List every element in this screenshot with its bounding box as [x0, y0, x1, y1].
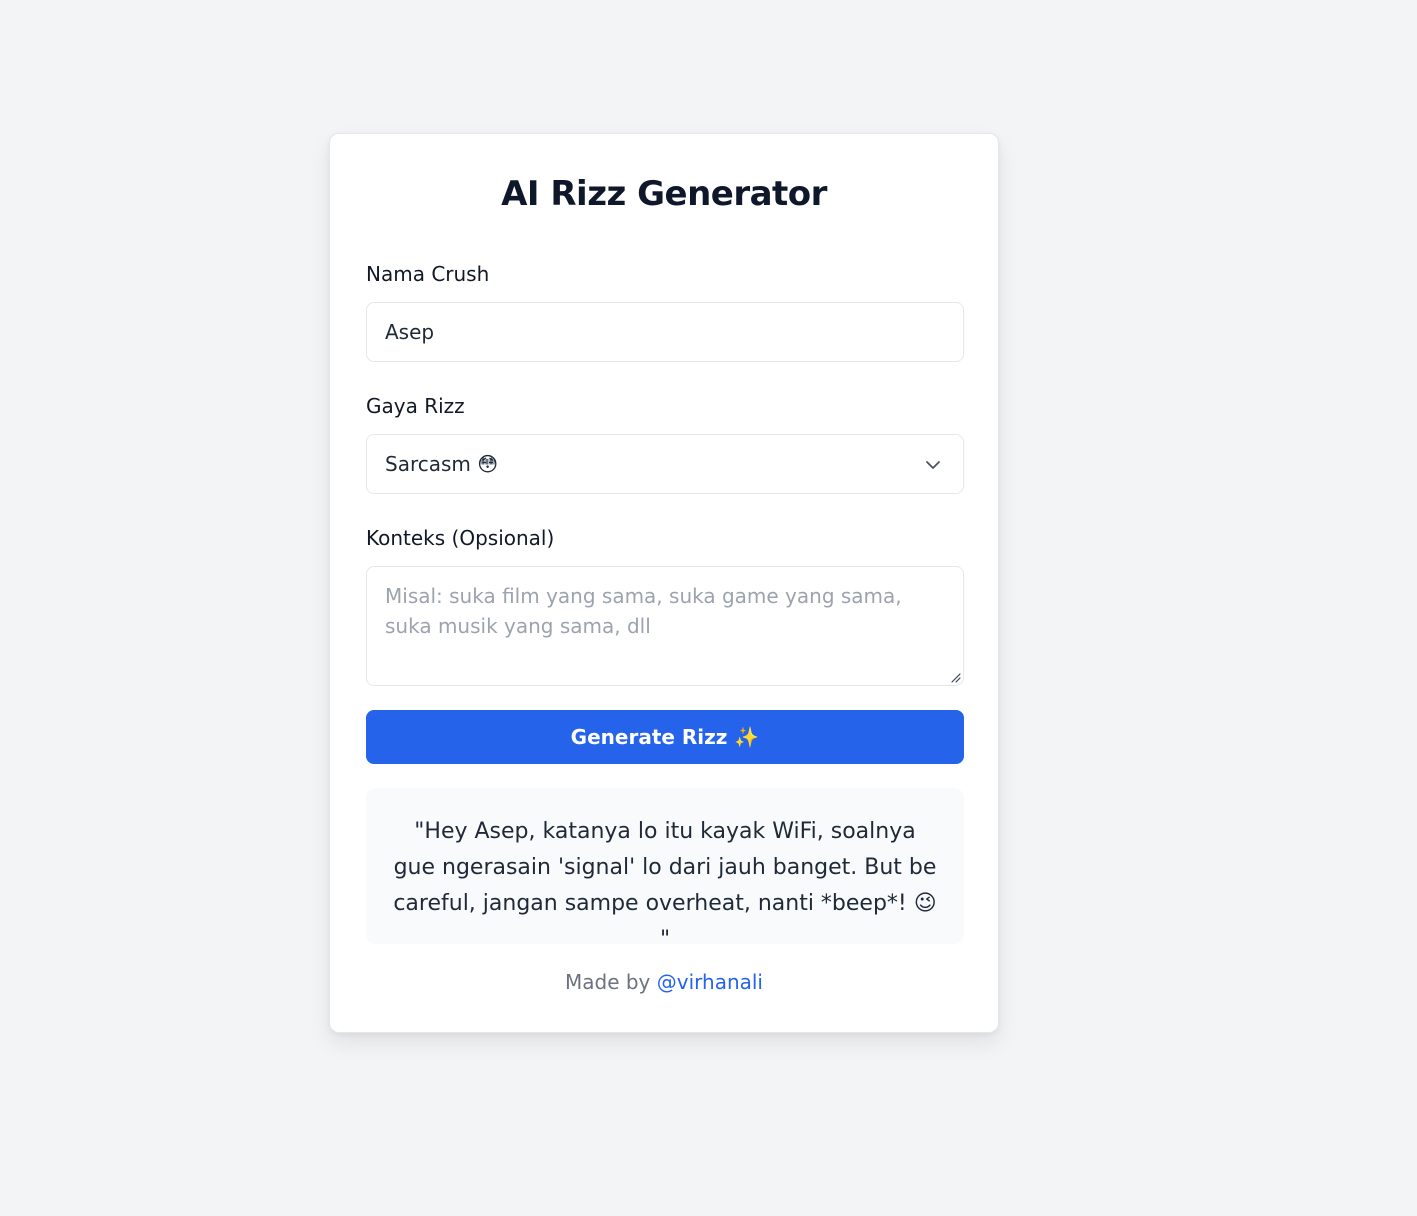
name-label: Nama Crush: [366, 262, 490, 286]
resize-handle-icon[interactable]: [949, 671, 961, 683]
context-placeholder: Misal: suka film yang sama, suka game ya…: [385, 584, 902, 638]
crush-name-input[interactable]: Asep: [366, 302, 964, 362]
rizz-result: "Hey Asep, katanya lo itu kayak WiFi, so…: [366, 788, 964, 952]
rizz-result-text: "Hey Asep, katanya lo itu kayak WiFi, so…: [393, 819, 937, 952]
rizz-style-select[interactable]: Sarcasm 😳: [366, 434, 964, 494]
footer-prefix: Made by: [564, 970, 651, 994]
generator-card: AI Rizz Generator Nama Crush Asep Gaya R…: [329, 133, 999, 1033]
chevron-down-icon: [926, 461, 940, 469]
footer-credit: Made by @virhanali: [330, 970, 998, 994]
crush-name-value: Asep: [385, 320, 435, 344]
rizz-style-value: Sarcasm 😳: [385, 452, 499, 476]
generate-button[interactable]: Generate Rizz ✨: [366, 710, 964, 764]
page-title: AI Rizz Generator: [501, 174, 827, 214]
context-textarea[interactable]: Misal: suka film yang sama, suka game ya…: [366, 566, 964, 686]
style-label: Gaya Rizz: [366, 394, 465, 418]
context-label: Konteks (Opsional): [366, 526, 555, 550]
author-link[interactable]: @virhanali: [657, 970, 763, 994]
